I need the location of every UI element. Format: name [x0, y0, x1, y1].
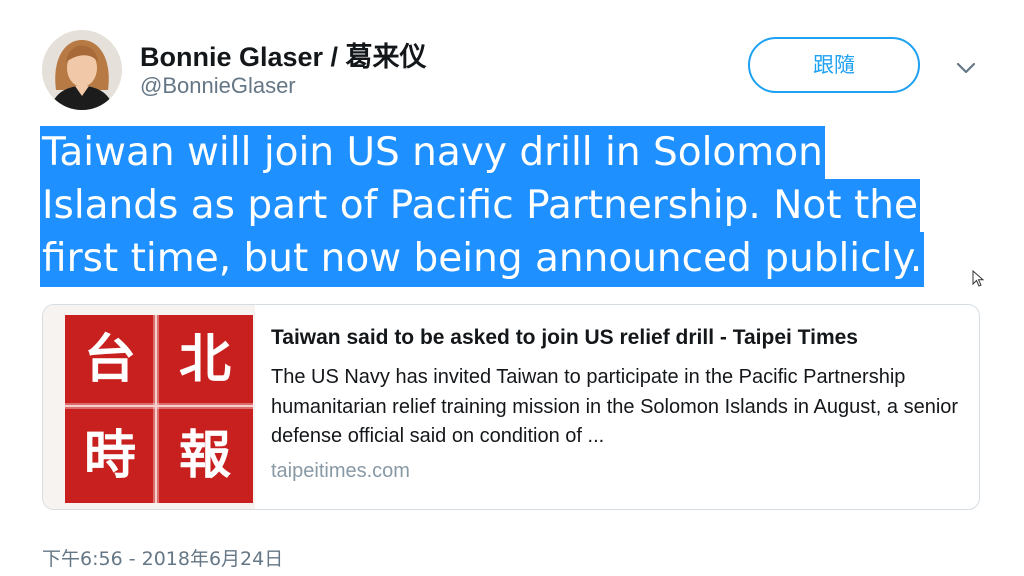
tweet-text-line-3: first time, but now being announced publ…	[40, 232, 925, 287]
card-image: 台 北 時 報	[43, 305, 255, 509]
card-description: The US Navy has invited Taiwan to partic…	[271, 366, 959, 447]
chevron-down-icon[interactable]	[954, 58, 978, 78]
logo-char-1: 台	[84, 330, 136, 390]
link-card[interactable]: 台 北 時 報 Taiwan said to be asked to join …	[42, 304, 980, 510]
logo-char-4: 報	[179, 426, 231, 486]
profile-photo-icon	[42, 30, 122, 110]
display-name[interactable]: Bonnie Glaser / 葛来仪	[140, 35, 427, 74]
card-title[interactable]: Taiwan said to be asked to join US relie…	[271, 326, 858, 350]
mouse-cursor-icon	[972, 269, 985, 293]
tweet-text[interactable]: Taiwan will join US navy drill in Solomo…	[40, 126, 988, 287]
tweet-text-line-1: Taiwan will join US navy drill in Solomo…	[40, 126, 825, 181]
avatar[interactable]	[42, 30, 122, 110]
tweet-text-line-2: Islands as part of Pacific Partnership. …	[40, 179, 920, 234]
card-domain: taipeitimes.com	[271, 460, 410, 482]
user-handle[interactable]: @BonnieGlaser	[140, 73, 296, 99]
taipei-times-logo-icon: 台 北 時 報	[65, 315, 253, 503]
tweet-timestamp[interactable]: 下午6:56 - 2018年6月24日	[42, 544, 283, 571]
logo-char-3: 時	[84, 426, 136, 486]
logo-char-2: 北	[179, 330, 231, 390]
follow-button[interactable]: 跟隨	[748, 37, 920, 93]
